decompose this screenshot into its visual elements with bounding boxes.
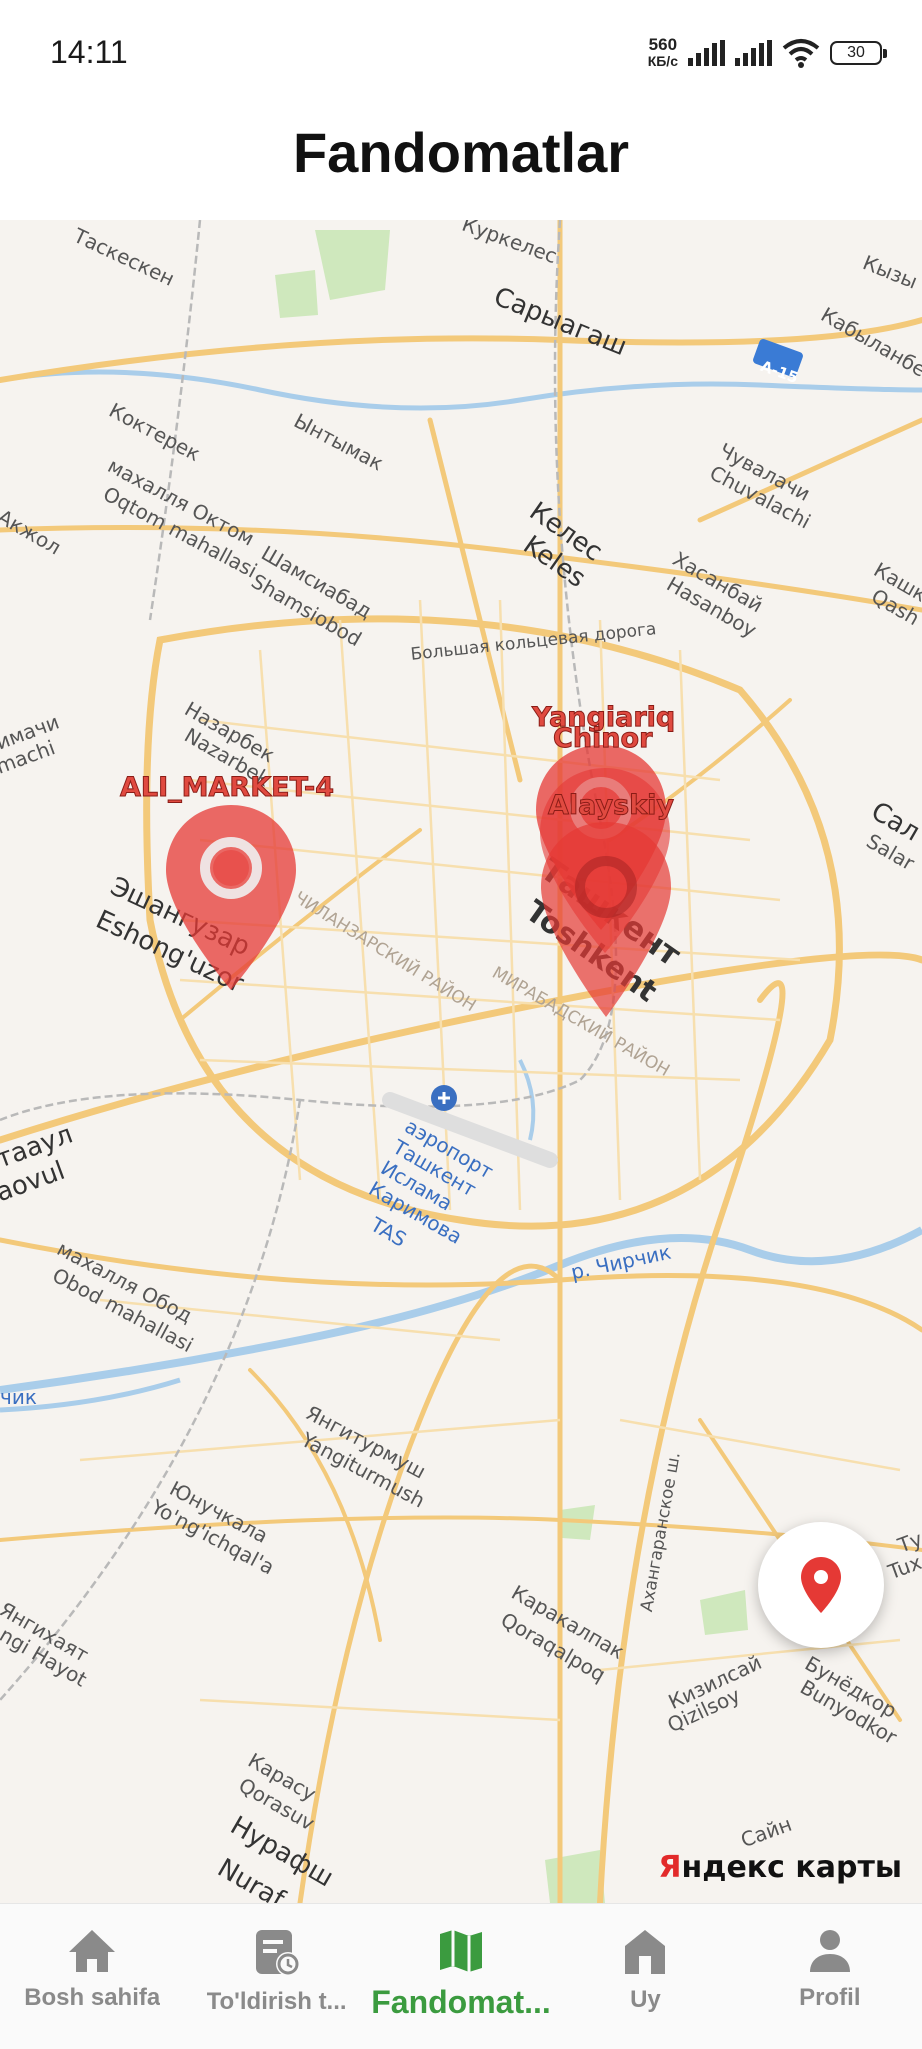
map-icon <box>440 1930 483 1972</box>
marker-label: Alayskiy <box>547 790 675 822</box>
nav-item-uy[interactable]: Uy <box>553 1904 737 2049</box>
house-icon <box>625 1930 666 1974</box>
yandex-maps-logo: Яндекс карты <box>658 1850 902 1885</box>
nav-label: Fandomat... <box>371 1984 551 2020</box>
network-speed-value: 560 <box>648 35 678 54</box>
nav-item-topup-history[interactable]: To'ldirish t... <box>184 1904 368 2049</box>
page-title: Fandomatlar <box>292 121 630 184</box>
my-location-button[interactable] <box>758 1522 884 1648</box>
nav-label: Uy <box>630 1986 661 2013</box>
signal-icon <box>688 40 725 66</box>
map-view[interactable]: Таскескен Куркелес Сарыагаш Кызы Кабылан… <box>0 220 922 1903</box>
logo-text: ндекс карты <box>681 1850 903 1885</box>
wifi-icon <box>782 39 820 68</box>
battery-level: 30 <box>847 44 865 61</box>
nav-label: Bosh sahifa <box>24 1984 161 2011</box>
status-icons: 560 КБ/с 30 <box>648 36 887 70</box>
nav-label: Profil <box>799 1984 861 2011</box>
home-icon <box>69 1930 116 1972</box>
person-icon <box>809 1930 850 1972</box>
map-label: чик <box>0 1385 37 1409</box>
nav-label: To'ldirish t... <box>206 1988 347 2015</box>
logo-prefix: Я <box>658 1850 682 1885</box>
marker-label: ALI_MARKET-4 <box>119 772 335 804</box>
map-marker-ali-market-4[interactable] <box>166 805 296 995</box>
status-time: 14:11 <box>50 34 128 70</box>
network-speed-unit: КБ/с <box>647 53 678 69</box>
network-speed: 560 КБ/с <box>648 36 678 70</box>
nav-item-fandomatlar[interactable]: Fandomat... <box>369 1904 553 2049</box>
marker-label: Chinor <box>552 723 653 755</box>
location-pin-icon <box>801 1557 841 1613</box>
map-marker-chinor[interactable] <box>541 822 671 1022</box>
payment-history-icon <box>255 1930 300 1976</box>
bottom-navigation: Bosh sahifa To'ldirish t... Fandomat... … <box>0 1903 922 2049</box>
status-bar: 14:11 560 КБ/с 30 <box>0 0 922 110</box>
nav-item-profile[interactable]: Profil <box>738 1904 922 2049</box>
signal-2-icon <box>735 40 772 66</box>
battery-icon: 30 <box>830 41 887 65</box>
nav-item-home[interactable]: Bosh sahifa <box>0 1904 184 2049</box>
